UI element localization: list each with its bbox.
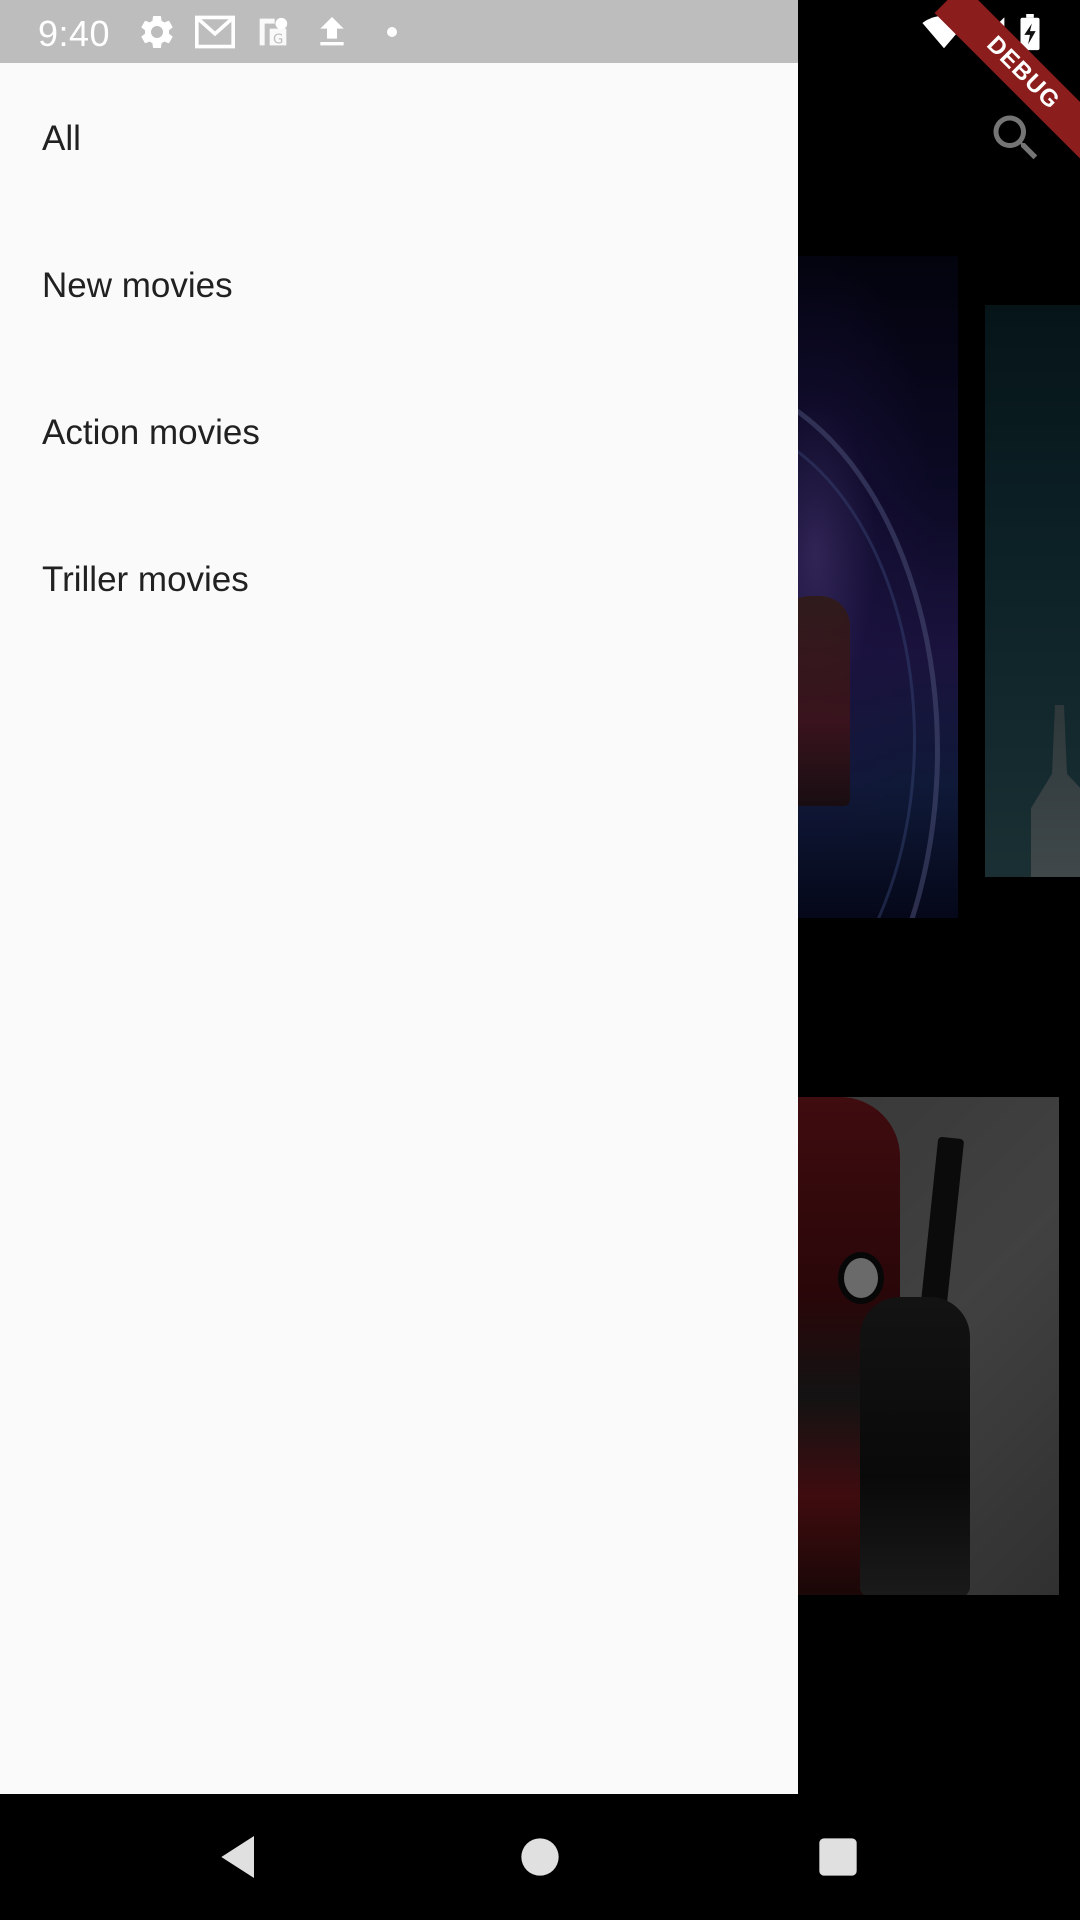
svg-text:G: G (273, 33, 283, 48)
gear-icon (137, 12, 177, 52)
drawer-item-triller-movies[interactable]: Triller movies (0, 506, 798, 653)
drawer-item-label: Triller movies (42, 559, 249, 599)
drawer-item-label: New movies (42, 265, 233, 305)
status-bar: 9:40 G (0, 0, 1080, 63)
mail-icon (193, 12, 237, 52)
back-icon[interactable] (212, 1829, 268, 1885)
drawer-item-label: Action movies (42, 412, 260, 452)
drawer-item-action-movies[interactable]: Action movies (0, 359, 798, 506)
navigation-drawer: All New movies Action movies Triller mov… (0, 63, 798, 1794)
drawer-item-new-movies[interactable]: New movies (0, 212, 798, 359)
system-nav-bar (0, 1794, 1080, 1920)
upload-icon (312, 12, 352, 52)
status-time: 9:40 (38, 13, 111, 54)
maps-icon: G (253, 12, 293, 52)
recents-icon[interactable] (810, 1829, 866, 1885)
dot-icon (372, 12, 412, 52)
home-icon[interactable] (512, 1829, 568, 1885)
drawer-item-all[interactable]: All (0, 65, 798, 212)
drawer-item-label: All (42, 118, 81, 158)
